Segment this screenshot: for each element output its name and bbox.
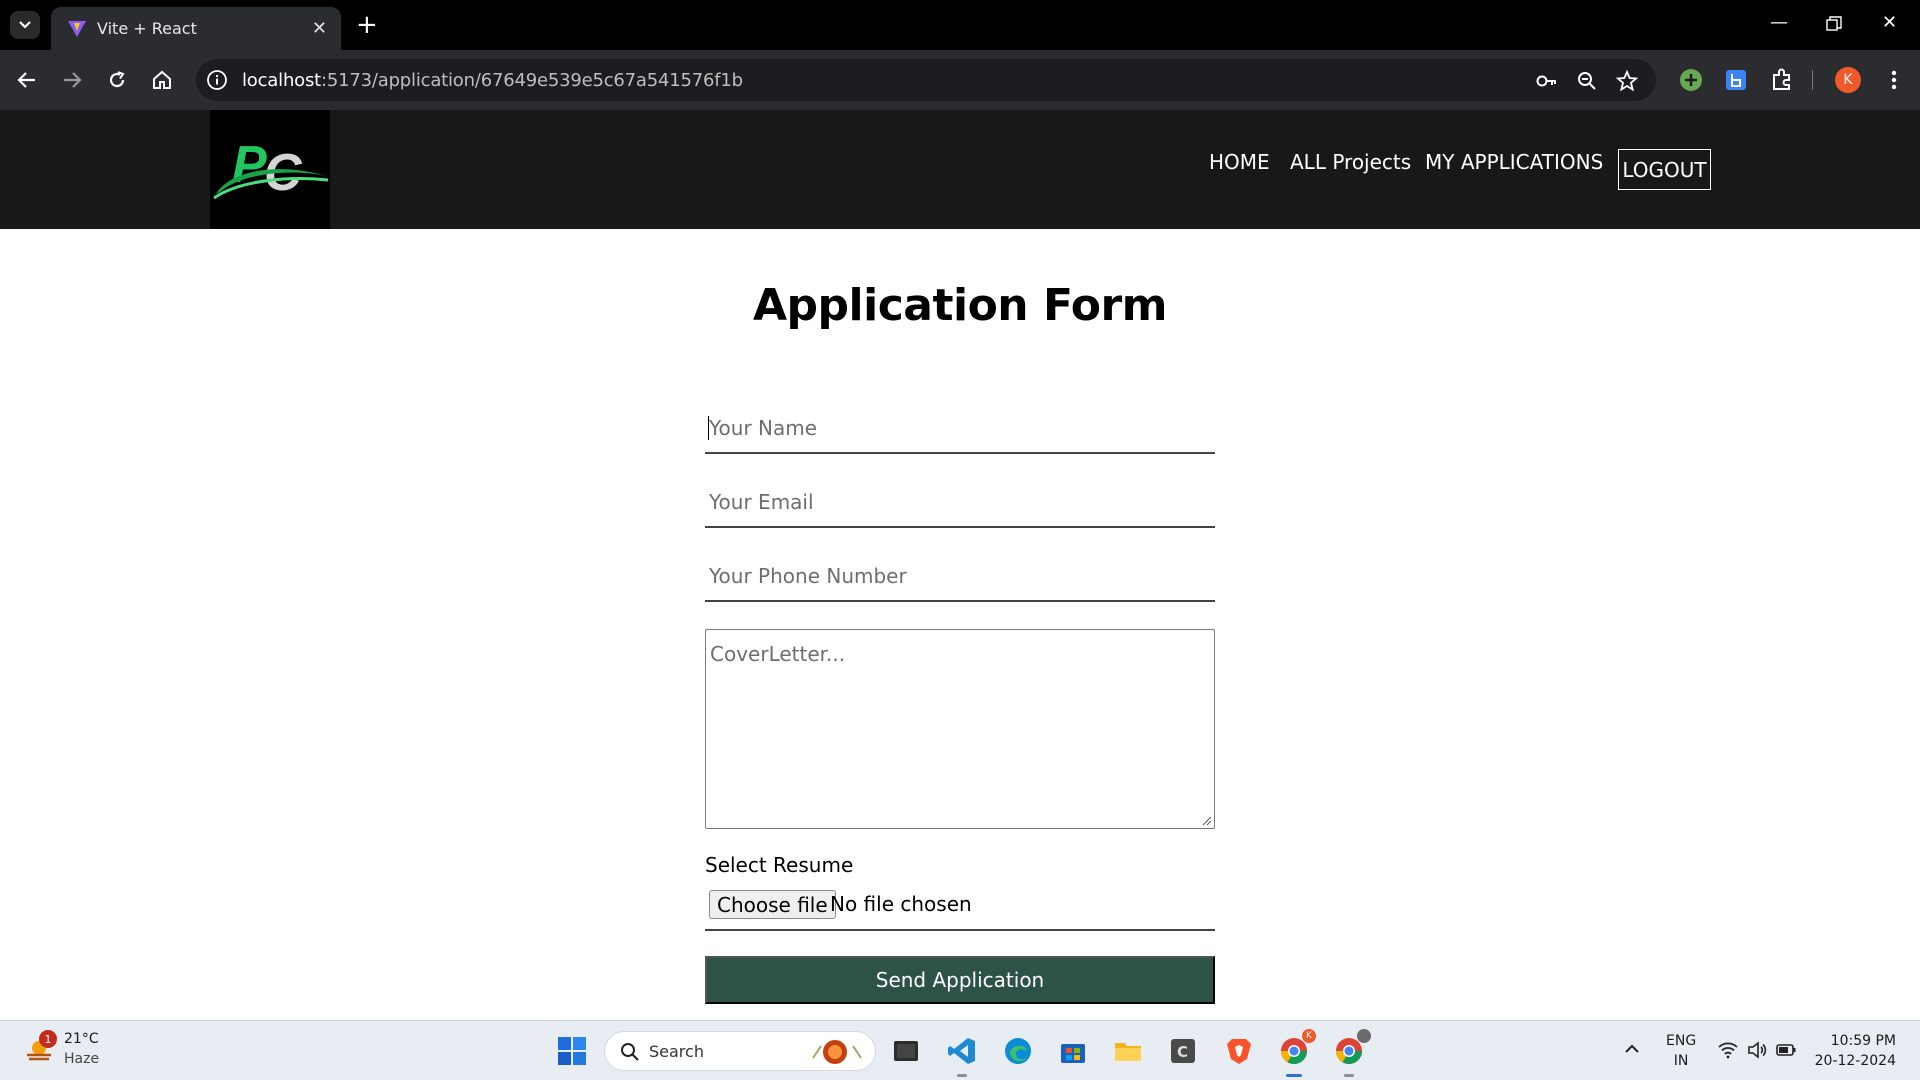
zoom-icon[interactable] (1575, 69, 1599, 93)
browser-toolbar: localhost:5173/application/67649e539e5c6… (0, 50, 1920, 110)
phone-input[interactable]: Your Phone Number (705, 556, 1215, 602)
file-explorer-icon (1115, 1043, 1141, 1061)
send-application-button[interactable]: Send Application (705, 956, 1215, 1004)
taskbar: 1 21°C Haze Search C K ENG IN 10:59 PM 2… (0, 1020, 1920, 1080)
url-text: localhost:5173/application/67649e539e5c6… (242, 70, 743, 91)
extension-green-icon[interactable] (1677, 66, 1705, 94)
minimize-icon[interactable]: — (1770, 12, 1788, 33)
weather-notification-badge: 1 (39, 1030, 57, 1048)
browser-tab-strip: Vite + React ✕ + — ✕ (0, 0, 1920, 50)
cover-letter-placeholder: CoverLetter... (710, 642, 846, 666)
taskbar-app-terminal[interactable] (890, 1035, 922, 1067)
resume-label: Select Resume (705, 853, 854, 877)
name-input[interactable]: Your Name (705, 408, 1215, 454)
search-highlight-art-icon (812, 1040, 862, 1064)
tab-search-button[interactable] (10, 11, 40, 39)
pc-logo-icon: P C (213, 136, 329, 202)
search-label: Search (649, 1042, 704, 1061)
terminal-app-icon (894, 1041, 918, 1061)
resume-file-input[interactable]: Choose file No file chosen (705, 885, 1215, 931)
close-tab-icon[interactable]: ✕ (312, 18, 327, 39)
clock-date: 20-12-2024 (1814, 1053, 1896, 1069)
language-code: ENG (1666, 1033, 1697, 1049)
system-clock[interactable]: 10:59 PM 20-12-2024 (1812, 1031, 1896, 1071)
profile-avatar-badge-icon (1357, 1029, 1371, 1043)
bookmark-star-icon[interactable] (1615, 69, 1639, 93)
email-input[interactable]: Your Email (705, 482, 1215, 528)
logout-button[interactable]: LOGOUT (1618, 149, 1711, 190)
tab-title: Vite + React (97, 19, 197, 38)
c-app-icon: C (1171, 1039, 1195, 1063)
nav-all-projects-link[interactable]: ALL Projects (1290, 150, 1411, 174)
taskbar-app-vscode[interactable] (946, 1035, 978, 1077)
battery-icon[interactable] (1775, 1039, 1797, 1061)
toolbar-divider (1812, 70, 1813, 90)
extension-blue-icon[interactable] (1722, 66, 1750, 94)
forward-icon[interactable] (57, 65, 87, 95)
chevron-down-icon (19, 21, 31, 29)
profile-k-badge: K (1302, 1029, 1316, 1043)
page-title: Application Form (752, 280, 1168, 331)
microsoft-store-icon (1061, 1044, 1085, 1063)
active-indicator (1286, 1074, 1302, 1077)
volume-icon[interactable] (1746, 1039, 1768, 1061)
site-info-icon[interactable] (206, 69, 228, 91)
vite-favicon-icon (68, 21, 86, 37)
extensions-puzzle-icon[interactable] (1768, 66, 1796, 94)
address-bar[interactable]: localhost:5173/application/67649e539e5c6… (196, 59, 1656, 101)
language-indicator[interactable]: ENG IN (1666, 1031, 1696, 1071)
site-logo[interactable]: P C (210, 110, 330, 229)
taskbar-app-store[interactable] (1057, 1035, 1089, 1067)
profile-avatar[interactable]: K (1835, 67, 1861, 93)
file-status-text: No file chosen (830, 892, 972, 916)
wifi-icon[interactable] (1717, 1039, 1739, 1061)
nav-my-applications-link[interactable]: MY APPLICATIONS (1425, 150, 1603, 174)
phone-placeholder: Your Phone Number (709, 564, 907, 588)
running-indicator (957, 1074, 967, 1077)
back-icon[interactable] (12, 65, 42, 95)
resize-grip-icon[interactable] (1202, 816, 1212, 826)
taskbar-app-explorer[interactable] (1112, 1035, 1144, 1067)
nav-home-link[interactable]: HOME (1209, 150, 1270, 174)
cover-letter-textarea[interactable]: CoverLetter... (705, 629, 1215, 829)
new-tab-icon[interactable]: + (356, 10, 378, 40)
running-indicator (1344, 1074, 1354, 1077)
key-icon[interactable] (1535, 69, 1559, 93)
url-path: :5173/application/67649e539e5c67a541576f… (321, 70, 743, 91)
name-placeholder: Your Name (709, 416, 818, 440)
taskbar-app-brave[interactable] (1223, 1035, 1255, 1067)
taskbar-app-chrome-2[interactable] (1333, 1029, 1371, 1077)
weather-temperature[interactable]: 21°C (64, 1031, 99, 1047)
site-header: P C HOME ALL Projects MY APPLICATIONS LO… (0, 110, 1920, 229)
svg-text:P: P (232, 136, 267, 194)
region-code: IN (1673, 1053, 1689, 1069)
vscode-icon (948, 1038, 975, 1064)
taskbar-app-edge[interactable] (1002, 1035, 1034, 1067)
weather-description[interactable]: Haze (64, 1051, 99, 1067)
search-icon (621, 1043, 639, 1061)
svg-text:C: C (1177, 1043, 1188, 1061)
taskbar-search-box[interactable]: Search (604, 1031, 876, 1071)
choose-file-button[interactable]: Choose file (709, 890, 836, 919)
brave-icon (1227, 1039, 1251, 1064)
taskbar-app-chrome-k[interactable]: K (1278, 1029, 1316, 1077)
edge-icon (1005, 1038, 1031, 1064)
reload-icon[interactable] (102, 65, 132, 95)
restore-icon[interactable] (1826, 16, 1842, 32)
windows-start-icon[interactable] (557, 1036, 587, 1066)
home-icon[interactable] (147, 65, 177, 95)
taskbar-app-c[interactable]: C (1167, 1035, 1199, 1067)
url-host: localhost (242, 70, 321, 91)
email-placeholder: Your Email (709, 490, 814, 514)
close-window-icon[interactable]: ✕ (1882, 12, 1897, 33)
show-hidden-icons-chevron-icon[interactable] (1622, 1039, 1642, 1059)
more-menu-icon[interactable] (1880, 66, 1908, 94)
clock-time: 10:59 PM (1830, 1033, 1896, 1049)
browser-tab-active[interactable]: Vite + React ✕ (51, 7, 341, 50)
